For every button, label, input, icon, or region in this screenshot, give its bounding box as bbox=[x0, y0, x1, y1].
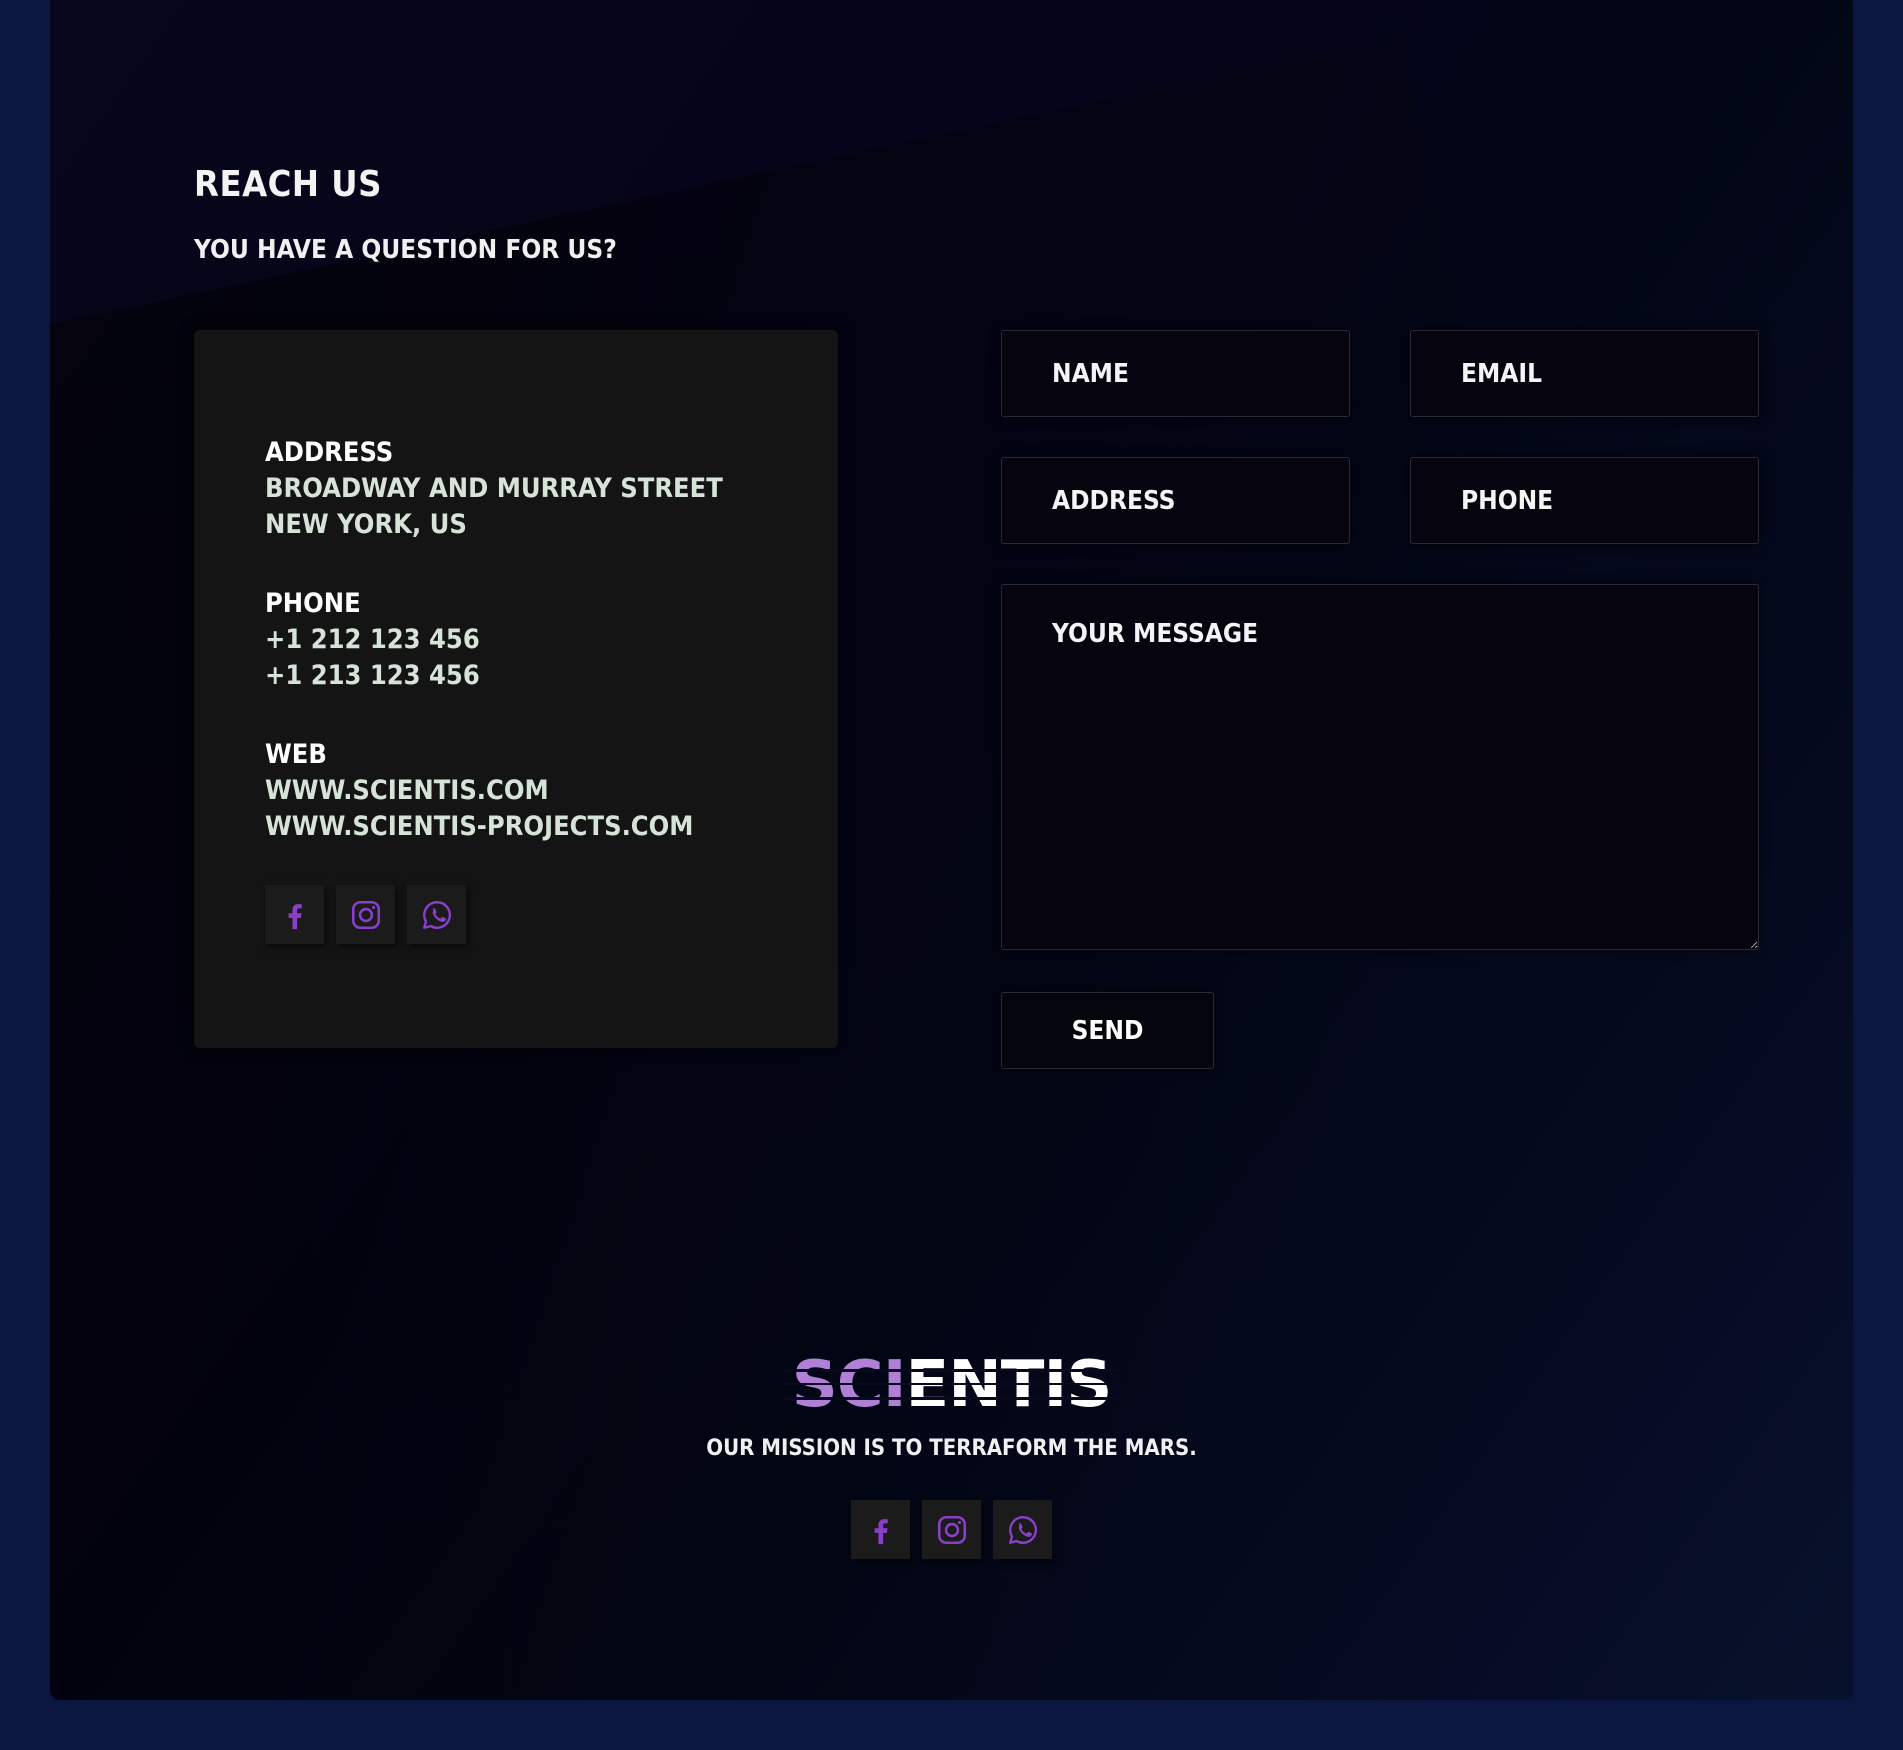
logo-part-accent: SCI bbox=[791, 1348, 907, 1422]
email-input[interactable] bbox=[1411, 331, 1758, 416]
instagram-icon bbox=[351, 900, 380, 929]
facebook-icon bbox=[288, 903, 302, 929]
contact-social-links bbox=[265, 885, 466, 944]
whatsapp-icon bbox=[1008, 1515, 1037, 1544]
scientis-logo[interactable]: SCIENTIS bbox=[783, 1348, 1120, 1422]
section-subtitle: You have a question for us? bbox=[194, 235, 617, 265]
message-textarea[interactable] bbox=[1002, 585, 1758, 949]
phone-field-wrapper bbox=[1410, 457, 1759, 544]
name-field-wrapper bbox=[1001, 330, 1350, 417]
footer: SCIENTIS Our mission is to terraform the… bbox=[50, 1350, 1853, 1559]
address-label: Address bbox=[265, 437, 394, 468]
instagram-button[interactable] bbox=[922, 1500, 981, 1559]
logo-glitch-line bbox=[783, 1369, 1120, 1372]
facebook-button[interactable] bbox=[265, 885, 324, 944]
facebook-button[interactable] bbox=[851, 1500, 910, 1559]
address-line: New York, US bbox=[265, 509, 467, 540]
address-input[interactable] bbox=[1002, 458, 1349, 543]
address-line: Broadway and Murray Street bbox=[265, 473, 723, 504]
phone-number: +1 212 123 456 bbox=[265, 624, 480, 655]
send-button[interactable]: Send bbox=[1001, 992, 1214, 1069]
web-link[interactable]: www.scientis.com bbox=[265, 773, 693, 809]
section-title: Reach us bbox=[194, 164, 382, 205]
email-field-wrapper bbox=[1410, 330, 1759, 417]
address-field-wrapper bbox=[1001, 457, 1350, 544]
message-field-wrapper bbox=[1001, 584, 1759, 950]
whatsapp-button[interactable] bbox=[993, 1500, 1052, 1559]
contact-panel: Reach us You have a question for us? Add… bbox=[50, 0, 1853, 1700]
instagram-button[interactable] bbox=[336, 885, 395, 944]
web-block: Web www.scientis.com www.scientis-projec… bbox=[265, 737, 693, 845]
name-input[interactable] bbox=[1002, 331, 1349, 416]
logo-wordmark: SCIENTIS bbox=[791, 1348, 1113, 1422]
phone-label: Phone bbox=[265, 588, 361, 619]
footer-tagline: Our mission is to terraform the Mars. bbox=[706, 1436, 1197, 1461]
whatsapp-button[interactable] bbox=[407, 885, 466, 944]
whatsapp-icon bbox=[422, 900, 451, 929]
logo-glitch-line bbox=[783, 1383, 1120, 1385]
phone-block: Phone +1 212 123 456 +1 213 123 456 bbox=[265, 586, 480, 694]
instagram-icon bbox=[937, 1515, 966, 1544]
contact-info-card: Address Broadway and Murray Street New Y… bbox=[194, 330, 838, 1048]
web-label: Web bbox=[265, 739, 327, 770]
facebook-icon bbox=[874, 1518, 888, 1544]
phone-number: +1 213 123 456 bbox=[265, 660, 480, 691]
logo-glitch-line bbox=[783, 1397, 1120, 1400]
web-link[interactable]: www.scientis-projects.com bbox=[265, 809, 693, 845]
phone-input[interactable] bbox=[1411, 458, 1758, 543]
logo-part-white: ENTIS bbox=[905, 1348, 1113, 1422]
footer-social-links bbox=[851, 1500, 1052, 1559]
address-block: Address Broadway and Murray Street New Y… bbox=[265, 435, 723, 543]
